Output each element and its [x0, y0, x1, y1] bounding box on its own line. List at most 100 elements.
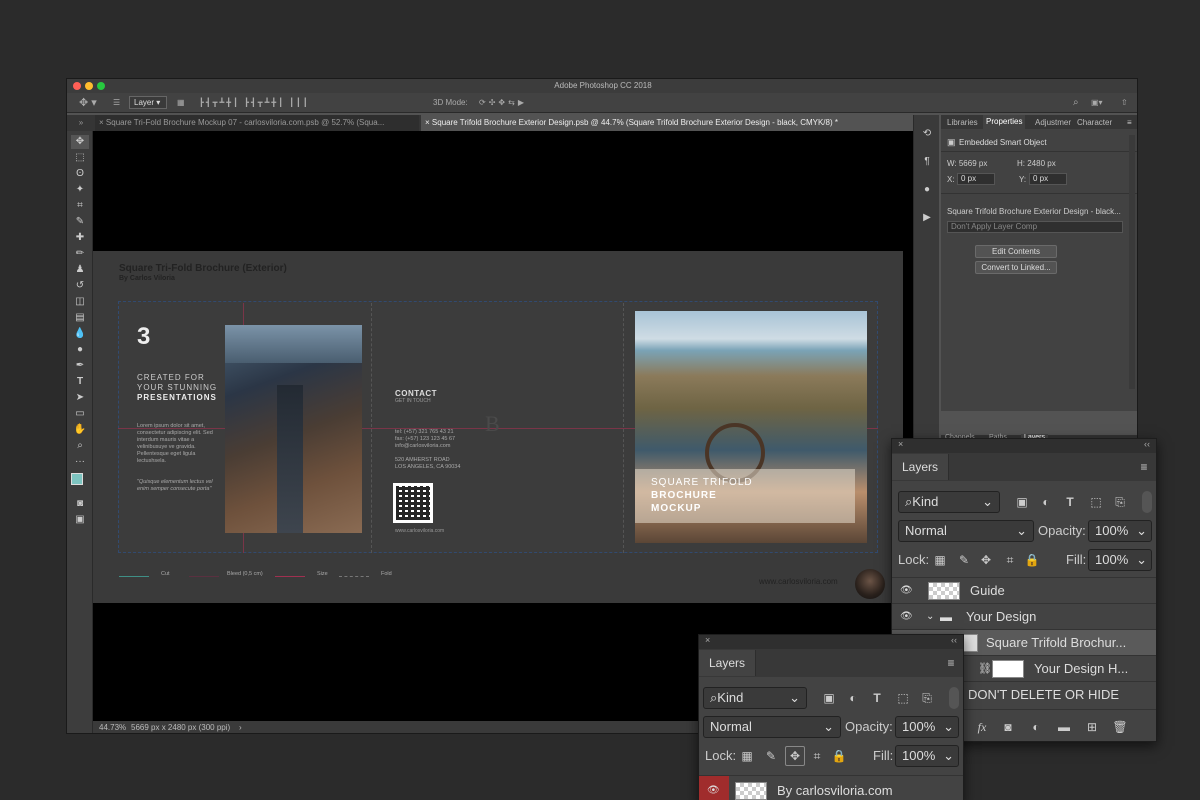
type-tool-icon[interactable]: T: [71, 375, 89, 389]
shape-tool-icon[interactable]: ▭: [71, 407, 89, 421]
shape-filter-icon[interactable]: ⬚: [895, 690, 911, 706]
y-field[interactable]: 0 px: [1029, 173, 1067, 185]
convert-to-linked-button[interactable]: Convert to Linked...: [975, 261, 1057, 274]
zoom-tool-icon[interactable]: ⌕: [71, 439, 89, 453]
share-icon[interactable]: ⇧: [1121, 95, 1128, 111]
brush-settings-icon[interactable]: ●: [918, 183, 936, 197]
lock-position-icon[interactable]: ✥: [978, 552, 994, 568]
auto-select-icon[interactable]: ☰: [113, 95, 120, 111]
x-field[interactable]: 0 px: [957, 173, 995, 185]
stamp-tool-icon[interactable]: ♟: [71, 263, 89, 277]
visibility-eye-icon[interactable]: 👁: [707, 785, 720, 797]
actions-panel-icon[interactable]: ▶: [918, 211, 936, 225]
move-tool-icon[interactable]: ✥ ▾: [79, 95, 97, 111]
paragraph-panel-icon[interactable]: ¶: [918, 155, 936, 169]
tab-document-2[interactable]: × Square Trifold Brochure Exterior Desig…: [421, 115, 913, 131]
smart-filter-icon[interactable]: ⎘: [1112, 494, 1128, 510]
close-window-button[interactable]: [73, 82, 81, 90]
panel-menu-icon[interactable]: ≡: [1136, 459, 1152, 475]
lock-artboard-icon[interactable]: ⌗: [809, 748, 825, 764]
align-icons[interactable]: ┣┫┳┻╋┃ ┣┫┳┻╋┃ ┃┃┃: [199, 95, 310, 111]
crop-tool-icon[interactable]: ⌗: [71, 199, 89, 213]
layers-tab[interactable]: Layers: [892, 454, 950, 480]
fill-field[interactable]: 100% ⌄: [895, 745, 959, 767]
blend-mode-select[interactable]: Normal ⌄: [703, 716, 841, 738]
pixel-filter-icon[interactable]: ▣: [821, 690, 837, 706]
lock-artboard-icon[interactable]: ⌗: [1002, 552, 1018, 568]
fill-field[interactable]: 100% ⌄: [1088, 549, 1152, 571]
edit-contents-button[interactable]: Edit Contents: [975, 245, 1057, 258]
transform-controls-icon[interactable]: ▦: [177, 95, 185, 111]
move-tool-icon[interactable]: ✥: [71, 135, 89, 149]
opacity-field[interactable]: 100% ⌄: [1088, 520, 1152, 542]
eyedropper-icon[interactable]: ✎: [71, 215, 89, 229]
marquee-tool-icon[interactable]: ⬚: [71, 151, 89, 165]
new-group-icon[interactable]: ▬: [1056, 719, 1072, 735]
3d-mode-icons[interactable]: ⟳✣✥⇆▶: [479, 95, 527, 111]
minimize-window-button[interactable]: [85, 82, 93, 90]
panel-menu-icon[interactable]: ≡: [943, 655, 959, 671]
type-filter-icon[interactable]: T: [869, 690, 885, 706]
filter-kind-select[interactable]: ⌕Kind ⌄: [703, 687, 807, 709]
more-tools-icon[interactable]: ···: [71, 455, 89, 469]
workspace-icon[interactable]: ▣▾: [1091, 95, 1103, 111]
layer-row-your-design[interactable]: 👁 ⌄ ▬ Your Design: [892, 603, 1156, 629]
healing-brush-icon[interactable]: ✚: [71, 231, 89, 245]
pixel-filter-icon[interactable]: ▣: [1014, 494, 1030, 510]
pen-tool-icon[interactable]: ✒: [71, 359, 89, 373]
expand-panels-icon[interactable]: »: [67, 115, 95, 131]
panel-menu-icon[interactable]: ≡: [1127, 118, 1132, 127]
lock-all-icon[interactable]: 🔒: [831, 748, 847, 764]
brush-tool-icon[interactable]: ✏: [71, 247, 89, 261]
blur-tool-icon[interactable]: 💧: [71, 327, 89, 341]
adjustment-filter-icon[interactable]: ◐: [845, 690, 861, 706]
screen-mode-icon[interactable]: ▣: [71, 513, 89, 527]
filter-toggle[interactable]: [949, 687, 959, 709]
gradient-tool-icon[interactable]: ▤: [71, 311, 89, 325]
visibility-eye-icon[interactable]: 👁: [900, 585, 913, 597]
layer-comp-select[interactable]: Don't Apply Layer Comp: [947, 221, 1123, 233]
visibility-eye-icon[interactable]: 👁: [900, 611, 913, 623]
delete-layer-icon[interactable]: 🗑: [1112, 719, 1128, 735]
lock-pixels-icon[interactable]: ✎: [763, 748, 779, 764]
close-panel-icon[interactable]: ×: [705, 635, 710, 645]
quick-mask-icon[interactable]: ◙: [71, 497, 89, 511]
adjustment-filter-icon[interactable]: ◐: [1038, 494, 1054, 510]
layer-row-guide[interactable]: 👁 Guide: [892, 577, 1156, 603]
filter-toggle[interactable]: [1142, 491, 1152, 513]
zoom-window-button[interactable]: [97, 82, 105, 90]
layer-effects-icon[interactable]: fx: [974, 719, 990, 735]
layer-row-by-carlosviloria[interactable]: 👁 By carlosviloria.com: [699, 775, 963, 800]
smart-filter-icon[interactable]: ⎘: [919, 690, 935, 706]
lock-transparency-icon[interactable]: ▦: [932, 552, 948, 568]
lasso-tool-icon[interactable]: ʘ: [71, 167, 89, 181]
add-mask-icon[interactable]: ◙: [1000, 719, 1016, 735]
opacity-field[interactable]: 100% ⌄: [895, 716, 959, 738]
dodge-tool-icon[interactable]: ●: [71, 343, 89, 357]
tab-properties[interactable]: Properties: [983, 115, 1026, 129]
search-icon[interactable]: ⌕: [1073, 95, 1079, 111]
tab-libraries[interactable]: Libraries: [947, 118, 978, 127]
new-layer-icon[interactable]: ⊞: [1084, 719, 1100, 735]
tab-adjustments[interactable]: Adjustmer: [1035, 118, 1073, 127]
lock-position-icon[interactable]: ✥: [785, 746, 805, 766]
shape-filter-icon[interactable]: ⬚: [1088, 494, 1104, 510]
lock-pixels-icon[interactable]: ✎: [956, 552, 972, 568]
lock-all-icon[interactable]: 🔒: [1024, 552, 1040, 568]
properties-scrollbar[interactable]: [1129, 135, 1135, 389]
blend-mode-select[interactable]: Normal ⌄: [898, 520, 1034, 542]
foreground-color-swatch[interactable]: [71, 473, 83, 485]
magic-wand-icon[interactable]: ✦: [71, 183, 89, 197]
collapse-panel-icon[interactable]: ‹‹: [1144, 439, 1150, 449]
adjustment-layer-icon[interactable]: ◐: [1028, 719, 1044, 735]
type-filter-icon[interactable]: T: [1062, 494, 1078, 510]
history-brush-icon[interactable]: ↺: [71, 279, 89, 293]
tab-document-1[interactable]: × Square Tri-Fold Brochure Mockup 07 - c…: [95, 115, 419, 131]
close-panel-icon[interactable]: ×: [898, 439, 903, 449]
chevron-down-icon[interactable]: ⌄: [926, 604, 934, 630]
layers-tab[interactable]: Layers: [699, 650, 757, 676]
collapse-panel-icon[interactable]: ‹‹: [951, 635, 957, 645]
tab-character[interactable]: Character: [1077, 118, 1112, 127]
auto-select-dropdown[interactable]: Layer ▾: [129, 96, 167, 109]
eraser-tool-icon[interactable]: ◫: [71, 295, 89, 309]
